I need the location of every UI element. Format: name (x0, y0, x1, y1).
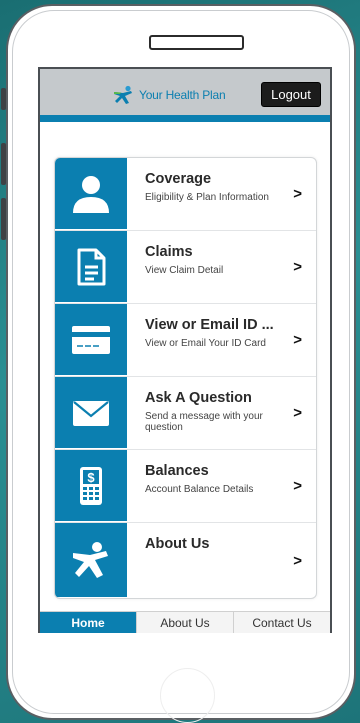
phone-screen: Your Health Plan Logout Coverage Eligibi… (38, 67, 332, 633)
menu-item-title: Coverage (145, 171, 212, 187)
document-icon (77, 248, 106, 285)
chevron-right-icon: > (293, 331, 302, 349)
menu-item-title: Ask A Question (145, 390, 252, 406)
menu-item-claims[interactable]: Claims View Claim Detail > (55, 231, 316, 304)
main-menu: Coverage Eligibility & Plan Information … (54, 157, 317, 599)
menu-item-ask-question[interactable]: Ask A Question Send a message with your … (55, 377, 316, 450)
brand-logo: Your Health Plan (112, 85, 226, 105)
brand-name: Your Health Plan (139, 88, 226, 102)
phone-speaker (149, 35, 244, 50)
phone-home-button (160, 668, 215, 723)
envelope-icon (73, 400, 109, 426)
menu-item-about-us[interactable]: About Us > (55, 523, 316, 598)
phone-side-button (1, 198, 6, 240)
tab-about-us[interactable]: About Us (136, 612, 233, 633)
menu-item-title: About Us (145, 536, 210, 552)
menu-item-subtitle: Send a message with your question (145, 411, 263, 433)
menu-item-subtitle: Eligibility & Plan Information (145, 192, 269, 203)
chevron-right-icon: > (293, 552, 302, 569)
menu-item-subtitle: Account Balance Details (145, 484, 254, 495)
calculator-icon: $ (80, 466, 102, 505)
tab-home[interactable]: Home (40, 612, 136, 633)
logout-button[interactable]: Logout (261, 82, 321, 107)
runner-logo-icon (114, 85, 132, 104)
menu-item-coverage[interactable]: Coverage Eligibility & Plan Information … (55, 158, 316, 231)
app-view: Your Health Plan Logout Coverage Eligibi… (40, 69, 330, 633)
chevron-right-icon: > (293, 258, 302, 276)
chevron-right-icon: > (293, 404, 302, 422)
person-icon (73, 175, 109, 213)
logo-figure-icon (73, 542, 108, 578)
menu-item-id-card[interactable]: View or Email ID ... View or Email Your … (55, 304, 316, 377)
menu-item-title: View or Email ID ... (145, 317, 274, 333)
menu-icon-box (55, 377, 127, 449)
svg-text:$: $ (87, 470, 95, 485)
id-card-icon (72, 325, 110, 354)
phone-side-button (1, 143, 6, 185)
bottom-tab-bar: Home About Us Contact Us (40, 611, 330, 633)
menu-icon-box (55, 231, 127, 303)
phone-side-button (1, 88, 6, 110)
menu-icon-box (55, 523, 127, 598)
menu-item-balances[interactable]: $ Balances Account Balance Details > (55, 450, 316, 523)
menu-icon-box: $ (55, 450, 127, 522)
menu-icon-box (55, 304, 127, 376)
menu-item-title: Balances (145, 463, 209, 479)
menu-item-subtitle: View or Email Your ID Card (145, 338, 266, 349)
chevron-right-icon: > (293, 185, 302, 203)
menu-item-subtitle: View Claim Detail (145, 265, 224, 276)
menu-item-title: Claims (145, 244, 193, 260)
menu-icon-box (55, 158, 127, 230)
chevron-right-icon: > (293, 477, 302, 495)
app-header: Your Health Plan Logout (40, 69, 330, 122)
tab-contact-us[interactable]: Contact Us (233, 612, 330, 633)
